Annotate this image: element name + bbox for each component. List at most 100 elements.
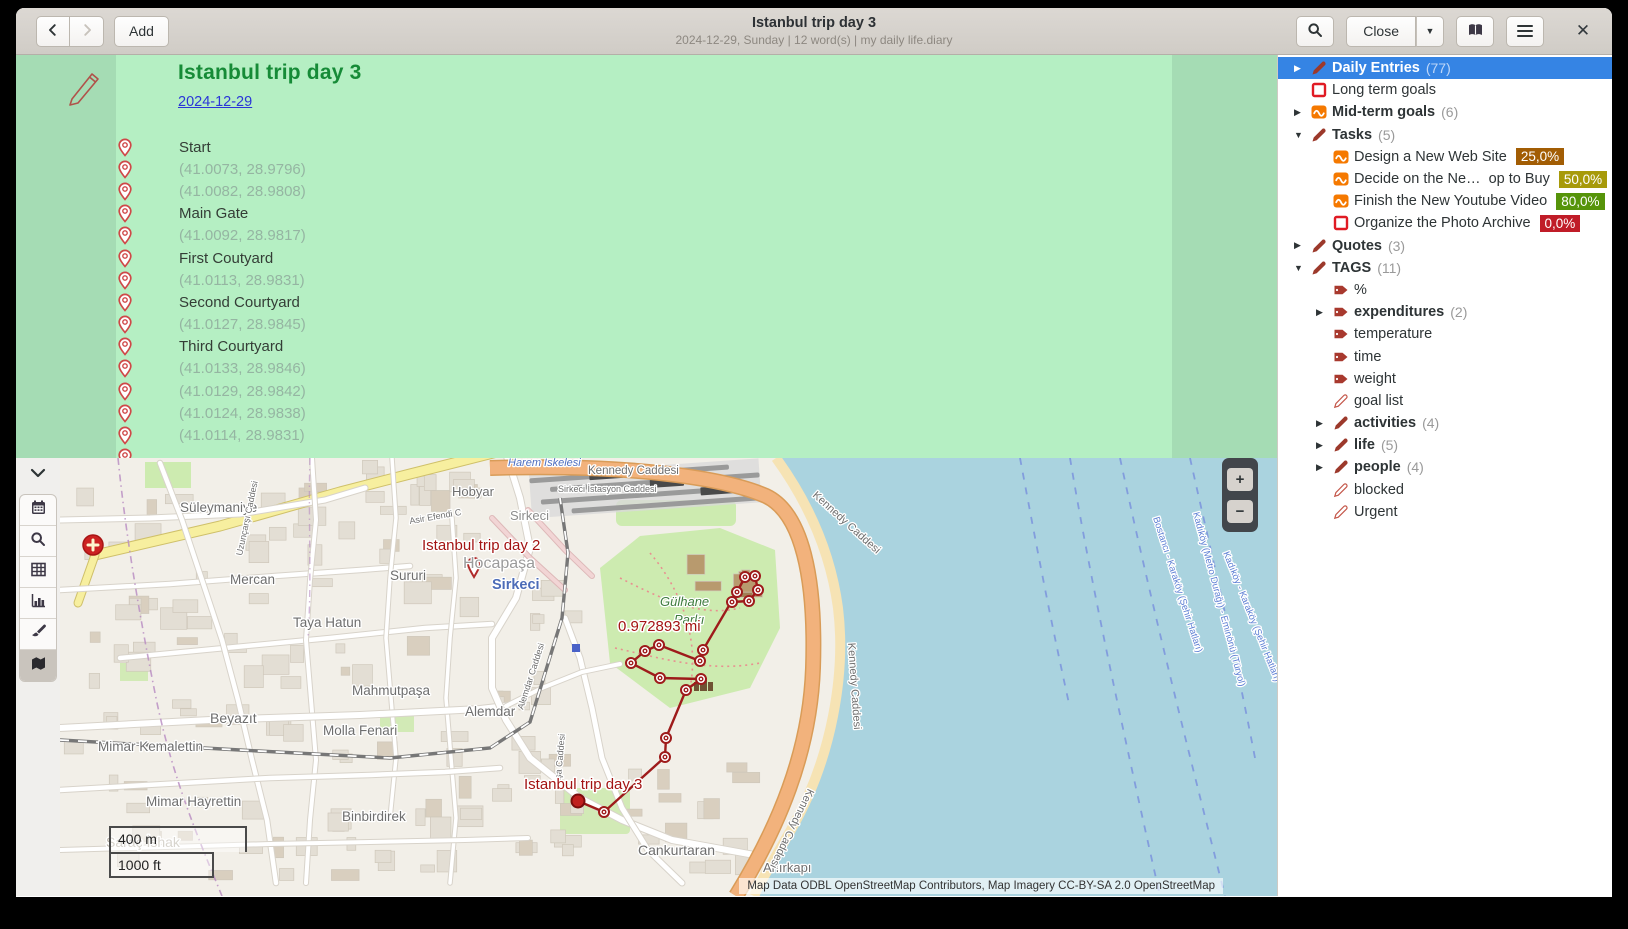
location-row: (41.0133, 28.9846) <box>116 358 1172 380</box>
tag-icon <box>1333 326 1354 342</box>
tree-item-time[interactable]: time <box>1278 345 1612 367</box>
tree-item-daily-entries[interactable]: ▶Daily Entries(77) <box>1278 57 1612 79</box>
expander-open-icon[interactable]: ▼ <box>1294 263 1311 273</box>
tree-item-activities[interactable]: ▶activities(4) <box>1278 412 1612 434</box>
forward-button[interactable] <box>70 16 104 47</box>
map-label: Mercan <box>230 572 275 587</box>
map-label: Harem İskelesi <box>508 458 581 469</box>
paint-tool-button[interactable] <box>20 619 56 650</box>
expander-open-icon[interactable]: ▼ <box>1294 130 1311 140</box>
location-text: Start <box>179 139 211 156</box>
chart-icon <box>30 592 47 614</box>
progress-icon <box>1333 171 1354 187</box>
location-text: (41.0113, 28.9831) <box>179 272 305 289</box>
tree-item-count: (4) <box>1422 415 1439 431</box>
tree-item-life[interactable]: ▶life(5) <box>1278 434 1612 456</box>
search-icon <box>1307 22 1323 41</box>
entry-location-list: Start(41.0073, 28.9796)(41.0082, 28.9808… <box>116 136 1172 458</box>
location-pin-icon <box>117 404 133 423</box>
tree-item-goal-list[interactable]: goal list <box>1278 390 1612 412</box>
search-button[interactable] <box>1296 16 1334 47</box>
tree-item-label: temperature <box>1354 326 1432 342</box>
tree-item-decide-on-the-ne-op-to-buy[interactable]: Decide on the Ne… op to Buy50,0% <box>1278 168 1612 190</box>
location-text: (41.0127, 28.9845) <box>179 316 306 333</box>
expander-closed-icon[interactable]: ▶ <box>1294 240 1311 251</box>
expander-closed-icon[interactable]: ▶ <box>1294 63 1311 74</box>
bookmarks-button[interactable] <box>1456 16 1494 47</box>
tree-item-label: Daily Entries <box>1332 60 1420 76</box>
location-pin-icon <box>117 138 133 157</box>
location-row <box>116 447 1172 458</box>
location-text: Second Courtyard <box>179 294 300 311</box>
route-label: Istanbul trip day 2 <box>422 537 540 554</box>
close-entry-button[interactable]: Close <box>1346 16 1416 47</box>
location-pin-icon <box>117 382 133 401</box>
expander-closed-icon[interactable]: ▶ <box>1316 307 1333 318</box>
tree-item-long-term-goals[interactable]: Long term goals <box>1278 79 1612 101</box>
tree-item-[interactable]: % <box>1278 279 1612 301</box>
map-view[interactable]: HobyarSüleymaniyeSirkeciSirkeci İstasyon… <box>60 458 1277 896</box>
pencil-icon <box>1311 260 1332 276</box>
expander-closed-icon[interactable]: ▶ <box>1316 440 1333 451</box>
location-row: Start <box>116 136 1172 158</box>
route-label: Istanbul trip day 3 <box>524 776 642 793</box>
map-side-toolbar <box>16 458 60 896</box>
back-button[interactable] <box>36 16 70 47</box>
tree-item-weight[interactable]: weight <box>1278 368 1612 390</box>
map-label: Sururi <box>390 568 426 583</box>
add-button[interactable]: Add <box>114 16 169 47</box>
tag-icon <box>1333 304 1354 320</box>
tree-item-expenditures[interactable]: ▶expenditures(2) <box>1278 301 1612 323</box>
expander-closed-icon[interactable]: ▶ <box>1316 418 1333 429</box>
search-tool-button[interactable] <box>20 526 56 557</box>
chart-tool-button[interactable] <box>20 588 56 619</box>
tree-item-mid-term-goals[interactable]: ▶Mid-term goals(6) <box>1278 101 1612 123</box>
location-row: (41.0073, 28.9796) <box>116 158 1172 180</box>
tree-item-organize-the-photo-archive[interactable]: Organize the Photo Archive 0,0% <box>1278 212 1612 234</box>
tree-item-urgent[interactable]: Urgent <box>1278 501 1612 523</box>
location-pin-icon <box>117 160 133 179</box>
tree-item-temperature[interactable]: temperature <box>1278 323 1612 345</box>
tree-item-tasks[interactable]: ▼Tasks(5) <box>1278 124 1612 146</box>
zoom-in-button[interactable]: + <box>1227 468 1253 491</box>
entry-date-link[interactable]: 2024-12-29 <box>178 94 252 110</box>
collapse-pane-button[interactable] <box>21 463 55 487</box>
location-text: Third Courtyard <box>179 338 283 355</box>
tree-item-label: people <box>1354 459 1401 475</box>
location-row: (41.0114, 28.9831) <box>116 424 1172 446</box>
entry-editor[interactable]: Istanbul trip day 3 2024-12-29 Start(41.… <box>16 55 1277 458</box>
tree-item-people[interactable]: ▶people(4) <box>1278 456 1612 478</box>
map-attribution: Map Data ODBL OpenStreetMap Contributors… <box>739 878 1223 894</box>
tree-item-label: Organize the Photo Archive <box>1354 215 1531 231</box>
tree-item-tags[interactable]: ▼TAGS(11) <box>1278 257 1612 279</box>
pencil-icon <box>1333 459 1354 475</box>
location-row: (41.0113, 28.9831) <box>116 269 1172 291</box>
pencil-outline-icon <box>1333 393 1354 409</box>
tree-item-label: Mid-term goals <box>1332 104 1435 120</box>
expander-closed-icon[interactable]: ▶ <box>1316 462 1333 473</box>
tree-item-count: (2) <box>1450 304 1467 320</box>
search-icon <box>30 531 46 552</box>
tree-item-quotes[interactable]: ▶Quotes(3) <box>1278 235 1612 257</box>
table-tool-button[interactable] <box>20 557 56 588</box>
tree-item-design-a-new-web-site[interactable]: Design a New Web Site25,0% <box>1278 146 1612 168</box>
expander-closed-icon[interactable]: ▶ <box>1294 107 1311 118</box>
window-close-icon: ✕ <box>1576 21 1590 41</box>
location-pin-icon <box>117 293 133 312</box>
map-label: Sirkeci İstasyon Caddesi <box>558 484 657 494</box>
map-label: Mahmutpaşa <box>352 683 431 698</box>
tree-item-finish-the-new-youtube-video[interactable]: Finish the New Youtube Video80,0% <box>1278 190 1612 212</box>
tree-item-label: weight <box>1354 371 1396 387</box>
close-menu-arrow-button[interactable]: ▼ <box>1416 16 1444 47</box>
calendar-tool-button[interactable] <box>20 495 56 526</box>
tree-item-blocked[interactable]: blocked <box>1278 479 1612 501</box>
map-label: Mimar Hayrettin <box>146 794 241 809</box>
progress-badge: 0,0% <box>1540 215 1581 232</box>
menu-button[interactable] <box>1506 16 1544 47</box>
location-text: (41.0092, 28.9817) <box>179 227 306 244</box>
map-tool-button[interactable] <box>20 650 56 681</box>
location-row: (41.0092, 28.9817) <box>116 225 1172 247</box>
window-close-button[interactable]: ✕ <box>1568 16 1598 46</box>
zoom-out-button[interactable]: − <box>1227 500 1253 523</box>
location-pin-icon <box>117 315 133 334</box>
